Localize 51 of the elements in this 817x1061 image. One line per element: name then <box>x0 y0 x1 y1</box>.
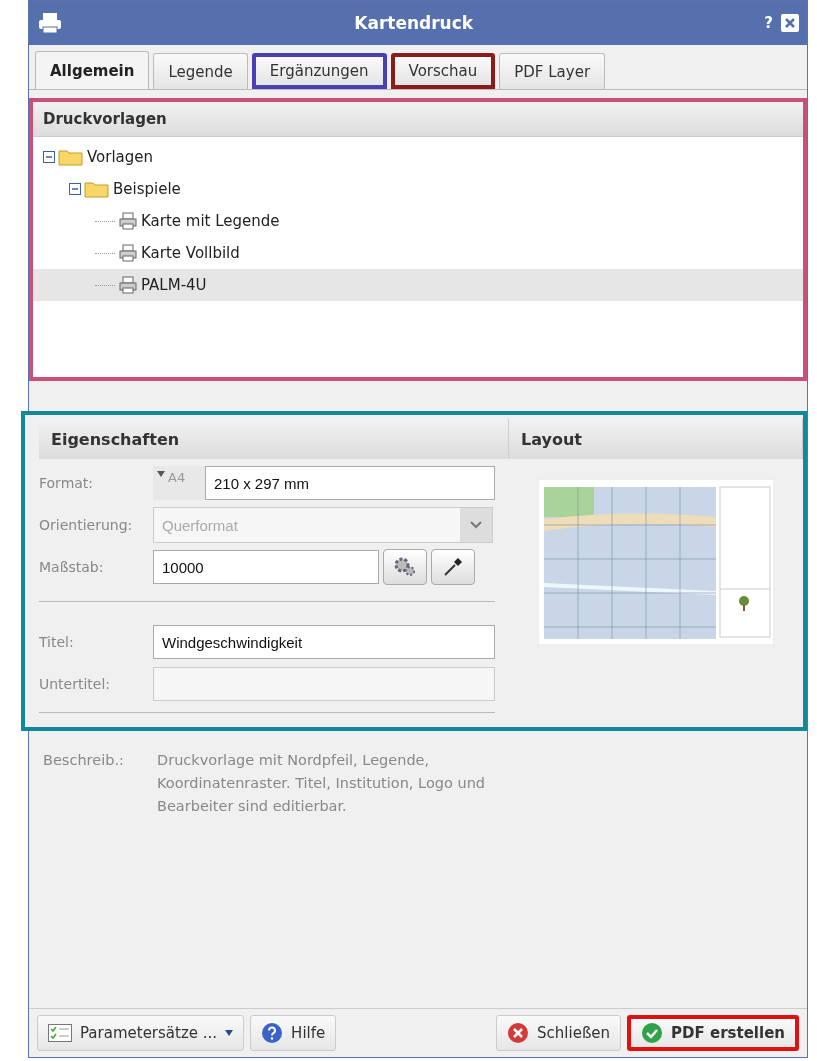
caret-icon <box>157 470 165 478</box>
checkmark-icon <box>641 1022 664 1044</box>
printer-icon <box>37 12 63 34</box>
field-label: Untertitel: <box>39 676 112 692</box>
section-header: Layout <box>509 419 803 459</box>
title-field[interactable]: Windgeschwindigkeit <box>153 625 495 659</box>
close-button[interactable]: Schließen <box>496 1015 622 1051</box>
gear-icon <box>393 556 417 578</box>
subtitle-field[interactable] <box>153 667 495 701</box>
eyedropper-button[interactable] <box>431 549 475 585</box>
checklist-icon <box>48 1024 72 1042</box>
printer-icon <box>118 244 138 262</box>
field-label: Beschreib.: <box>43 751 125 770</box>
close-button[interactable] <box>781 14 799 32</box>
chevron-icon <box>470 521 482 529</box>
tree-item[interactable]: Karte mit Legende <box>141 212 280 230</box>
collapse-icon[interactable] <box>69 183 81 195</box>
tab[interactable]: PDF Layer <box>499 53 606 89</box>
folder-icon <box>58 148 84 166</box>
section-header: Eigenschaften <box>39 419 509 459</box>
field-label: Titel: <box>39 634 75 650</box>
field-label: Orientierung: <box>39 517 134 533</box>
help-icon <box>261 1022 284 1044</box>
tree-item[interactable]: PALM-4U <box>141 276 207 294</box>
field-label: Format: <box>39 475 95 491</box>
panel-header: Druckvorlagen <box>33 102 803 137</box>
help-button[interactable]: Hilfe <box>250 1015 337 1051</box>
folder-icon <box>84 180 110 198</box>
tab[interactable]: Legende <box>153 53 248 89</box>
window-title: Kartendruck <box>353 13 475 33</box>
gear-button[interactable] <box>383 549 427 585</box>
collapse-icon[interactable] <box>43 151 55 163</box>
tab[interactable]: Ergänzungen <box>251 53 387 89</box>
tree-item[interactable]: Vorlagen <box>87 148 154 166</box>
close-icon <box>785 18 795 28</box>
close-icon <box>507 1022 530 1044</box>
caret-icon <box>225 1030 234 1036</box>
format-field[interactable]: 210 x 297 mm <box>205 466 495 500</box>
field-label: Maßstab: <box>39 559 105 575</box>
tree-item[interactable]: Beispiele <box>113 180 181 198</box>
create-pdf-button[interactable]: PDF erstellen <box>627 1015 799 1051</box>
tab[interactable]: Vorschau <box>390 53 496 89</box>
printer-icon <box>118 212 138 230</box>
tab[interactable]: Allgemein <box>35 51 150 89</box>
description-text: Druckvorlage mit Nordpfeil, Legende, Koordinatenraster. Titel, Institution, Logo und Bearbeiter sind editierbar. <box>157 751 487 816</box>
tree-item[interactable]: Karte Vollbild <box>141 244 240 262</box>
eyedropper-icon <box>442 556 464 578</box>
printer-icon <box>118 276 138 294</box>
scale-field[interactable]: 10000 <box>153 550 379 584</box>
help-button[interactable]: ? <box>764 14 773 32</box>
parameter-sets-button[interactable]: Parametersätze ... <box>37 1015 245 1051</box>
